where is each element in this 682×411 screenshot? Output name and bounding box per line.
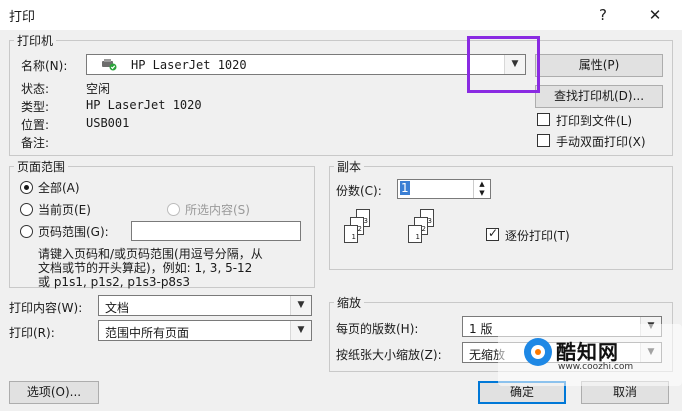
location-label: 位置:	[21, 118, 50, 132]
manual-duplex-checkbox[interactable]	[537, 134, 550, 147]
collate-checkbox[interactable]	[486, 226, 499, 241]
watermark-url: www.coozhi.com	[558, 362, 634, 372]
printer-name-value: HP LaserJet 1020	[131, 58, 247, 72]
manual-duplex-label: 手动双面打印(X)	[556, 135, 646, 149]
copies-label: 份数(C):	[336, 184, 382, 198]
print-what-select[interactable]: 文档 ▼	[98, 295, 312, 316]
zoom-group-title: 缩放	[334, 294, 365, 311]
printer-name-select[interactable]: HP LaserJet 1020 ▼	[86, 54, 526, 75]
find-printer-button[interactable]: 查找打印机(D)...	[535, 85, 663, 108]
spin-up-icon[interactable]: ▲	[473, 180, 490, 189]
window-title: 打印	[9, 10, 36, 25]
status-value: 空闲	[86, 82, 111, 96]
range-hint-line3: 或 p1s1, p1s2, p1s3-p8s3	[38, 275, 190, 289]
scale-label: 按纸张大小缩放(Z):	[336, 348, 442, 362]
print-option-value: 范围中所有页面	[105, 326, 190, 340]
watermark-logo-icon	[524, 338, 552, 366]
range-selection-label: 所选内容(S)	[185, 203, 250, 217]
highlight-box	[467, 36, 540, 93]
properties-button[interactable]: 属性(P)	[535, 54, 663, 77]
pages-per-sheet-value: 1 版	[469, 322, 493, 336]
copies-stepper[interactable]: 1 ▲ ▼	[397, 179, 491, 199]
watermark: 酷知网 www.coozhi.com	[498, 324, 682, 386]
collate-preview-right: 3 2 1	[398, 205, 448, 260]
print-what-value: 文档	[105, 301, 130, 315]
location-value: USB001	[86, 116, 130, 130]
range-current-label: 当前页(E)	[38, 203, 91, 217]
print-what-label: 打印内容(W):	[9, 301, 83, 315]
printer-name-label: 名称(N):	[21, 59, 68, 73]
type-label: 类型:	[21, 100, 50, 114]
range-pages-label: 页码范围(G):	[38, 225, 109, 239]
page-range-input[interactable]	[131, 221, 301, 241]
range-selection-radio	[167, 203, 180, 216]
print-to-file-checkbox[interactable]	[537, 113, 550, 126]
collate-preview-left: 3 2 1	[334, 205, 384, 260]
range-pages-radio[interactable]	[20, 225, 33, 238]
options-button[interactable]: 选项(O)...	[9, 381, 99, 404]
close-button[interactable]: ✕	[640, 2, 670, 28]
sheet-icon: 1	[408, 225, 422, 243]
chevron-down-icon[interactable]: ▼	[290, 321, 311, 340]
range-all-label: 全部(A)	[38, 181, 80, 195]
watermark-brand: 酷知网	[556, 340, 619, 364]
chevron-down-icon[interactable]: ▼	[290, 296, 311, 315]
print-to-file-label: 打印到文件(L)	[556, 114, 633, 128]
range-current-radio[interactable]	[20, 203, 33, 216]
help-button[interactable]: ?	[588, 2, 618, 28]
pages-per-sheet-label: 每页的版数(H):	[336, 322, 419, 336]
comment-label: 备注:	[21, 136, 50, 150]
print-option-select[interactable]: 范围中所有页面 ▼	[98, 320, 312, 341]
status-label: 状态:	[21, 82, 50, 96]
sheet-icon: 1	[344, 225, 358, 243]
type-value: HP LaserJet 1020	[86, 98, 202, 112]
copies-value: 1	[400, 181, 410, 195]
printer-status-icon	[101, 58, 117, 71]
copies-group-title: 副本	[334, 158, 365, 175]
page-range-group-title: 页面范围	[14, 158, 69, 175]
range-all-radio[interactable]	[20, 181, 33, 194]
collate-label: 逐份打印(T)	[505, 229, 570, 243]
print-option-label: 打印(R):	[9, 326, 55, 340]
title-bar	[0, 0, 682, 30]
printer-group-title: 打印机	[14, 32, 57, 49]
spin-down-icon[interactable]: ▼	[473, 189, 490, 198]
